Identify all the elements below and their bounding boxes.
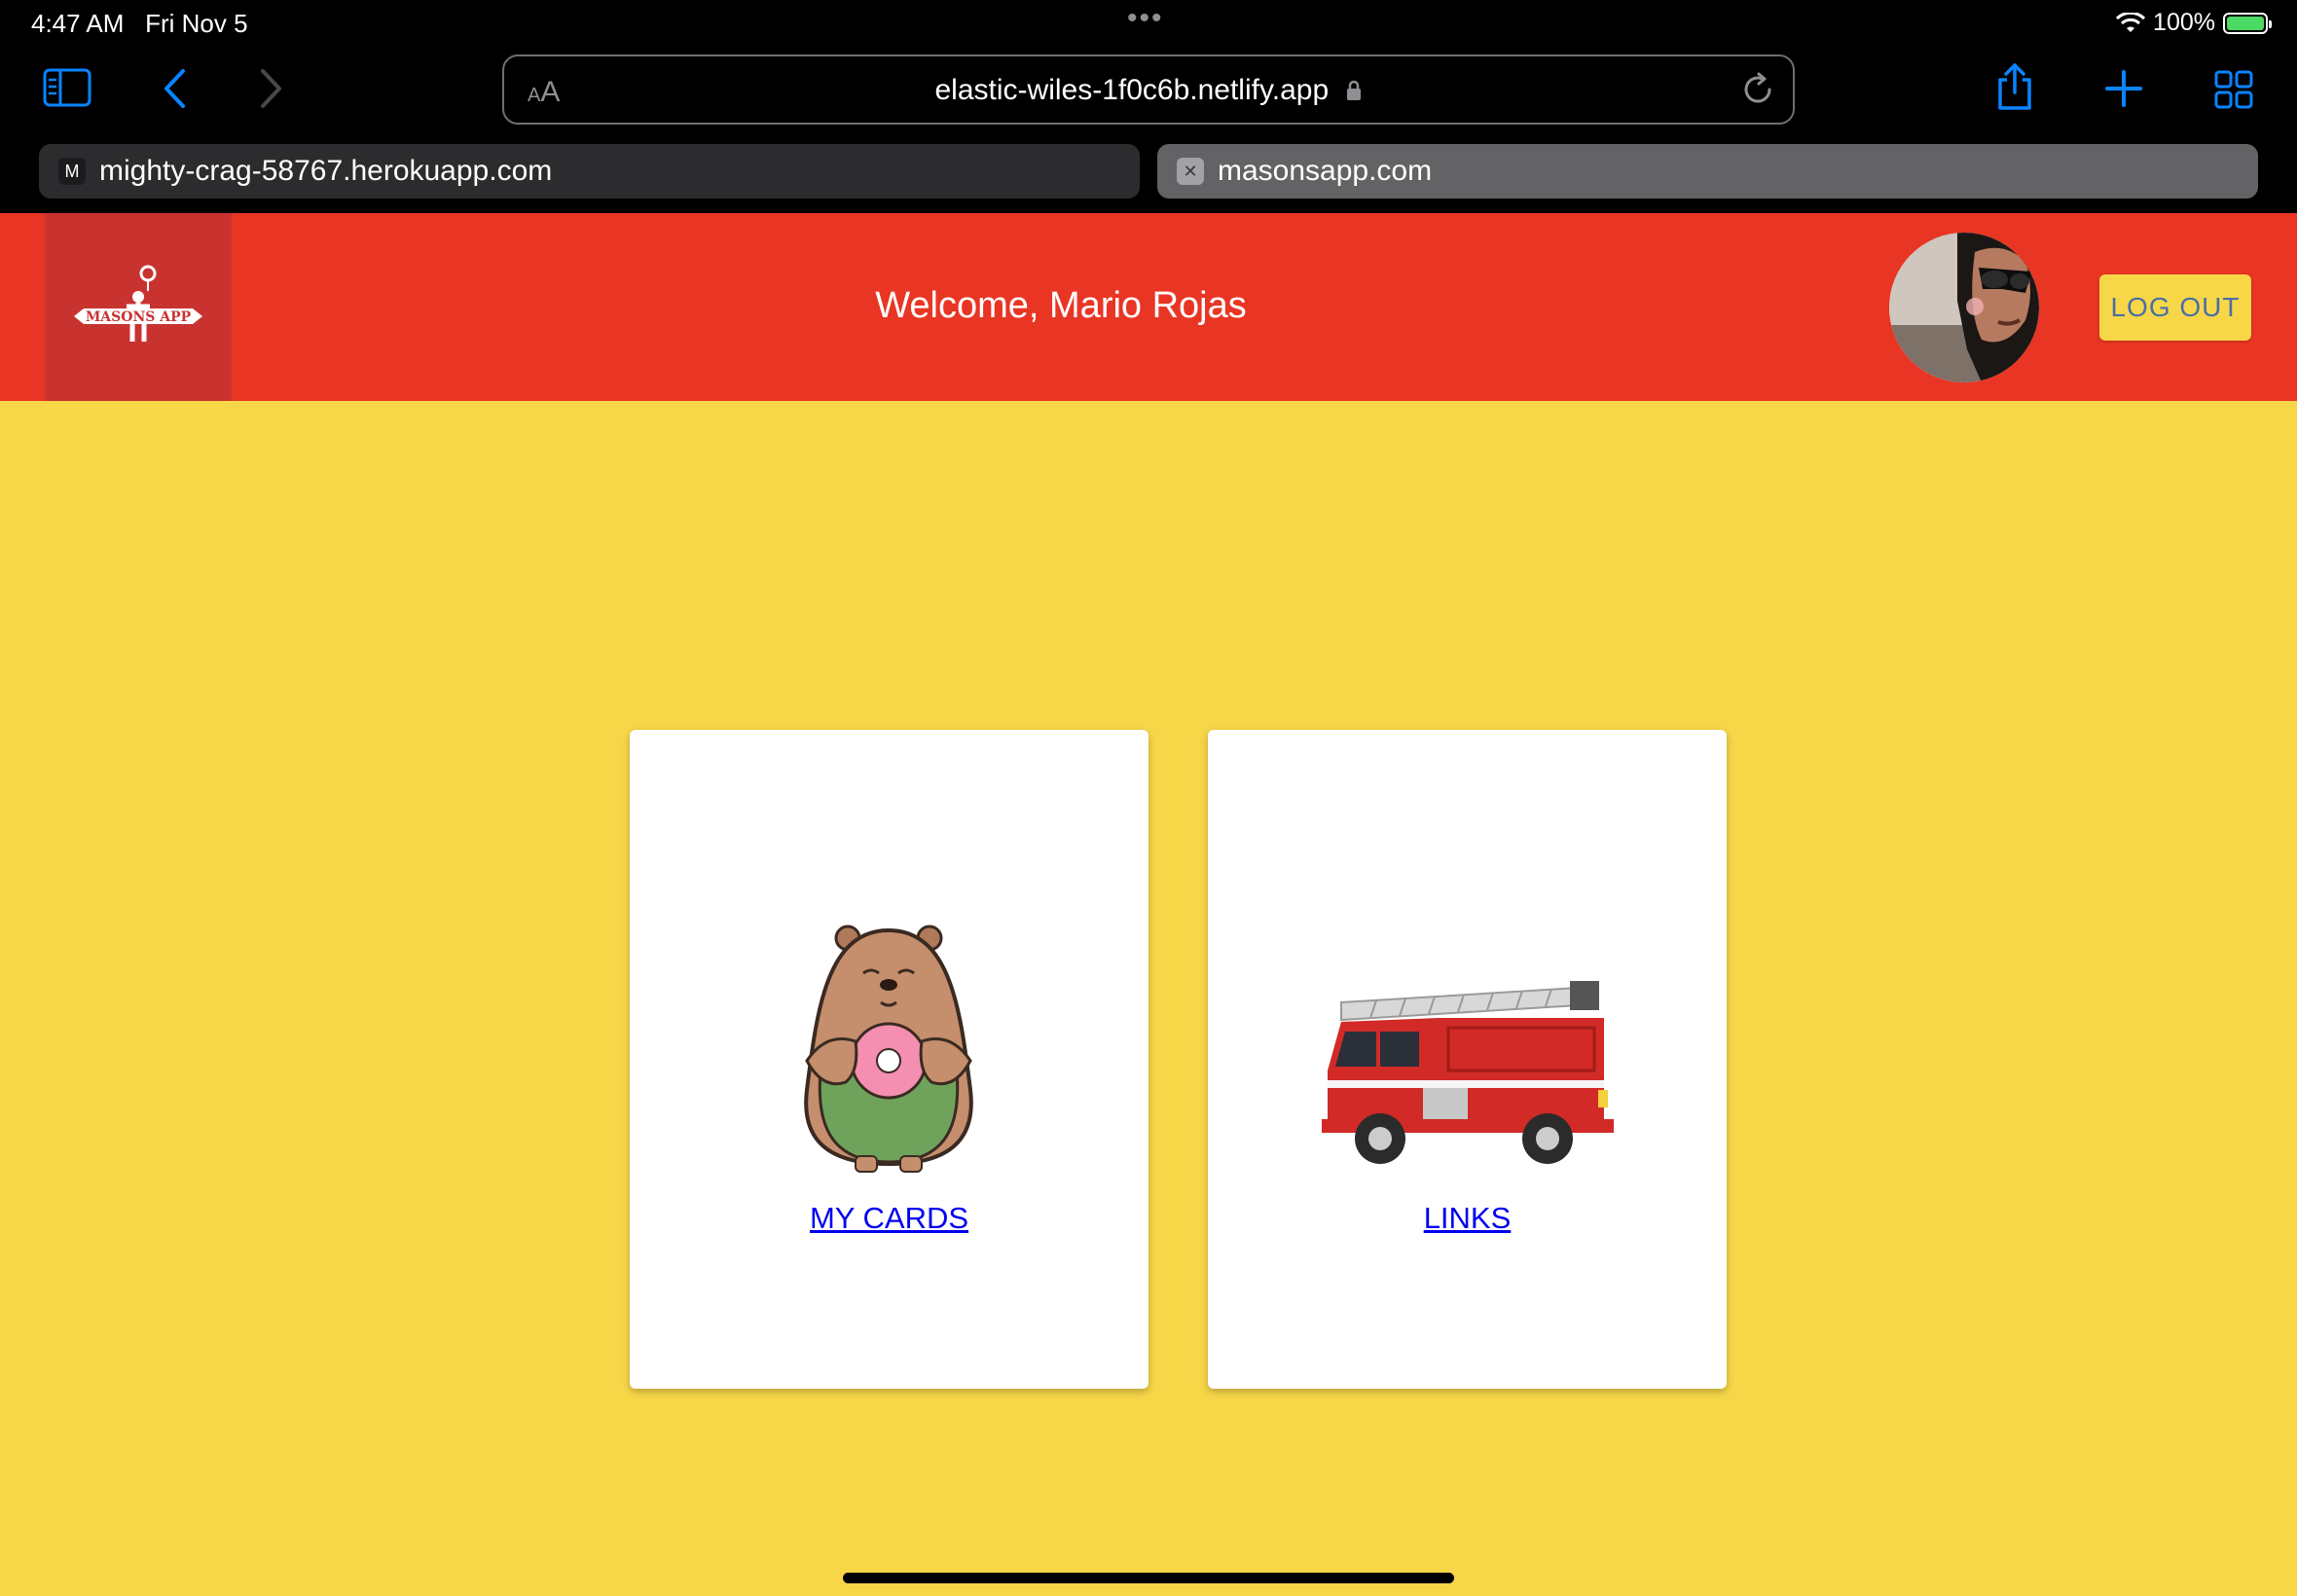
tab-label: mighty-crag-58767.herokuapp.com — [99, 155, 553, 187]
lock-icon — [1347, 80, 1362, 100]
my-cards-link[interactable]: MY CARDS — [630, 1201, 1148, 1236]
fire-truck-icon — [1208, 973, 1727, 1178]
close-tab-icon[interactable]: ✕ — [1177, 158, 1204, 185]
bear-donut-icon — [630, 925, 1148, 1178]
links-card[interactable]: LINKS — [1208, 730, 1727, 1389]
new-tab-icon[interactable] — [2105, 70, 2142, 107]
share-icon[interactable] — [1995, 62, 2034, 111]
address-bar[interactable]: AA elastic-wiles-1f0c6b.netlify.app — [502, 54, 1795, 125]
reload-icon[interactable] — [1740, 72, 1775, 112]
sidebar-icon[interactable] — [43, 68, 91, 107]
tab-favicon: M — [58, 158, 86, 185]
tab-masonsapp[interactable]: ✕ masonsapp.com — [1157, 144, 2258, 199]
forward-icon[interactable] — [259, 68, 284, 109]
app-header: MASONS APP Welcome, Mario Rojas LOG OUT — [0, 213, 2297, 401]
my-cards-card[interactable]: MY CARDS — [630, 730, 1148, 1389]
logout-button[interactable]: LOG OUT — [2099, 274, 2251, 341]
battery-percent: 100% — [2153, 9, 2215, 36]
battery-icon — [2223, 12, 2272, 34]
tab-label: masonsapp.com — [1218, 155, 1433, 187]
tab-herokuapp[interactable]: M mighty-crag-58767.herokuapp.com — [39, 144, 1140, 199]
status-time: 4:47 AM Fri Nov 5 — [31, 9, 248, 38]
browser-chrome: 4:47 AM Fri Nov 5 ••• 100% AA elastic-wi… — [0, 0, 2297, 213]
welcome-message: Welcome, Mario Rojas — [875, 285, 1247, 326]
tab-overview-icon[interactable] — [2214, 70, 2253, 109]
multitasking-dots-icon[interactable]: ••• — [1127, 2, 1164, 35]
avatar[interactable] — [1889, 233, 2039, 382]
home-indicator[interactable] — [843, 1573, 1454, 1583]
links-link[interactable]: LINKS — [1208, 1201, 1727, 1236]
wifi-icon — [2116, 12, 2146, 32]
url-text: elastic-wiles-1f0c6b.netlify.app — [504, 74, 1793, 107]
back-icon[interactable] — [162, 68, 187, 109]
status-indicators: 100% — [2116, 9, 2272, 37]
